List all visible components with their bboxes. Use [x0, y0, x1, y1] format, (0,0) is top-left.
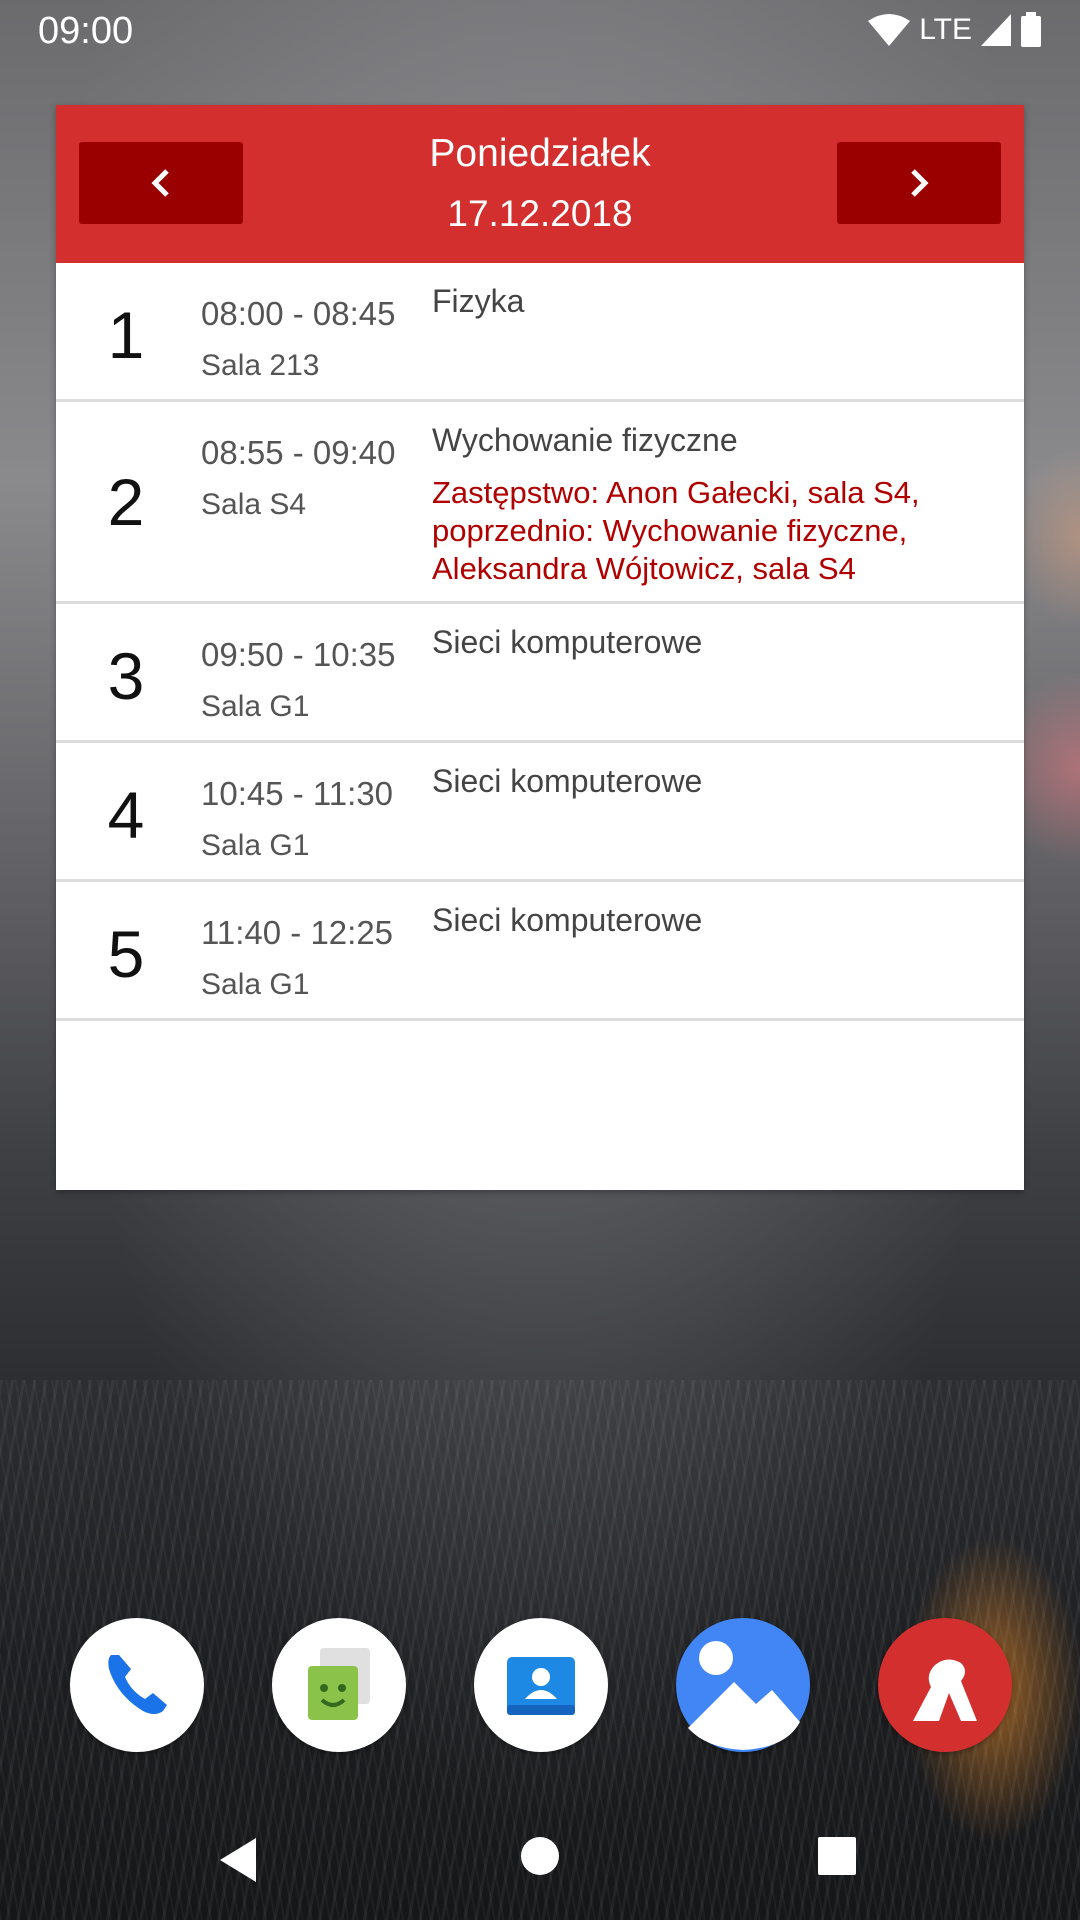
- chevron-right-icon: [911, 169, 929, 197]
- lesson-row[interactable]: 2 08:55 - 09:40 Sala S4 Wychowanie fizyc…: [56, 402, 1024, 604]
- lesson-room: Sala G1: [201, 968, 310, 1001]
- lesson-number: 3: [107, 639, 145, 713]
- contacts-app-icon[interactable]: [474, 1618, 608, 1752]
- phone-app-icon[interactable]: [70, 1618, 204, 1752]
- battery-icon: [1021, 12, 1041, 47]
- status-time: 09:00: [38, 10, 134, 52]
- school-app-icon-button[interactable]: [878, 1618, 1012, 1752]
- lesson-number: 5: [107, 917, 145, 991]
- lesson-room: Sala S4: [201, 488, 307, 521]
- network-type-label: LTE: [919, 13, 972, 46]
- next-day-button[interactable]: [837, 142, 1001, 224]
- timetable-widget: Poniedziałek 17.12.2018 1 08:00 - 08:45 …: [56, 105, 1024, 1190]
- lesson-row[interactable]: 3 09:50 - 10:35 Sala G1 Sieci komputerow…: [56, 604, 1024, 743]
- messaging-app-icon[interactable]: [272, 1618, 406, 1752]
- back-icon[interactable]: [216, 1836, 260, 1884]
- gallery-app-icon[interactable]: [676, 1618, 810, 1752]
- lesson-number: 2: [107, 465, 145, 539]
- lesson-time: 11:40 - 12:25: [201, 914, 394, 951]
- lesson-time: 09:50 - 10:35: [201, 636, 396, 673]
- messaging-icon: [308, 1648, 370, 1720]
- lesson-room: Sala G1: [201, 829, 310, 862]
- lesson-row[interactable]: 5 11:40 - 12:25 Sala G1 Sieci komputerow…: [56, 882, 1024, 1021]
- widget-header: Poniedziałek 17.12.2018: [56, 105, 1024, 263]
- lesson-room: Sala 213: [201, 349, 320, 382]
- lesson-number: 1: [107, 298, 145, 372]
- lesson-room: Sala G1: [201, 690, 310, 723]
- lesson-row[interactable]: 1 08:00 - 08:45 Sala 213 Fizyka: [56, 263, 1024, 402]
- lesson-time: 08:00 - 08:45: [201, 295, 396, 332]
- status-icons: LTE: [867, 12, 1042, 48]
- lesson-time: 10:45 - 11:30: [201, 775, 394, 812]
- substitution-note: Zastępstwo: Anon Gałecki, sala S4, poprz…: [432, 475, 920, 586]
- school-app-icon: [913, 1659, 977, 1721]
- contacts-icon: [507, 1657, 575, 1715]
- lesson-subject: Sieci komputerowe: [432, 624, 703, 660]
- lesson-number: 4: [107, 778, 145, 852]
- wifi-icon: [868, 14, 911, 46]
- lesson-subject: Sieci komputerowe: [432, 902, 703, 938]
- gallery-icon: [688, 1641, 800, 1750]
- lesson-subject: Sieci komputerowe: [432, 763, 703, 799]
- lesson-subject: Fizyka: [432, 283, 525, 319]
- phone-icon: [108, 1655, 167, 1714]
- status-bar: 09:00 LTE: [0, 0, 1080, 64]
- lesson-row[interactable]: 4 10:45 - 11:30 Sala G1 Sieci komputerow…: [56, 743, 1024, 882]
- lesson-subject: Wychowanie fizyczne: [432, 422, 738, 458]
- signal-icon: [981, 14, 1011, 46]
- recents-icon[interactable]: [817, 1836, 857, 1876]
- lesson-time: 08:55 - 09:40: [201, 434, 396, 471]
- home-icon[interactable]: [520, 1836, 560, 1876]
